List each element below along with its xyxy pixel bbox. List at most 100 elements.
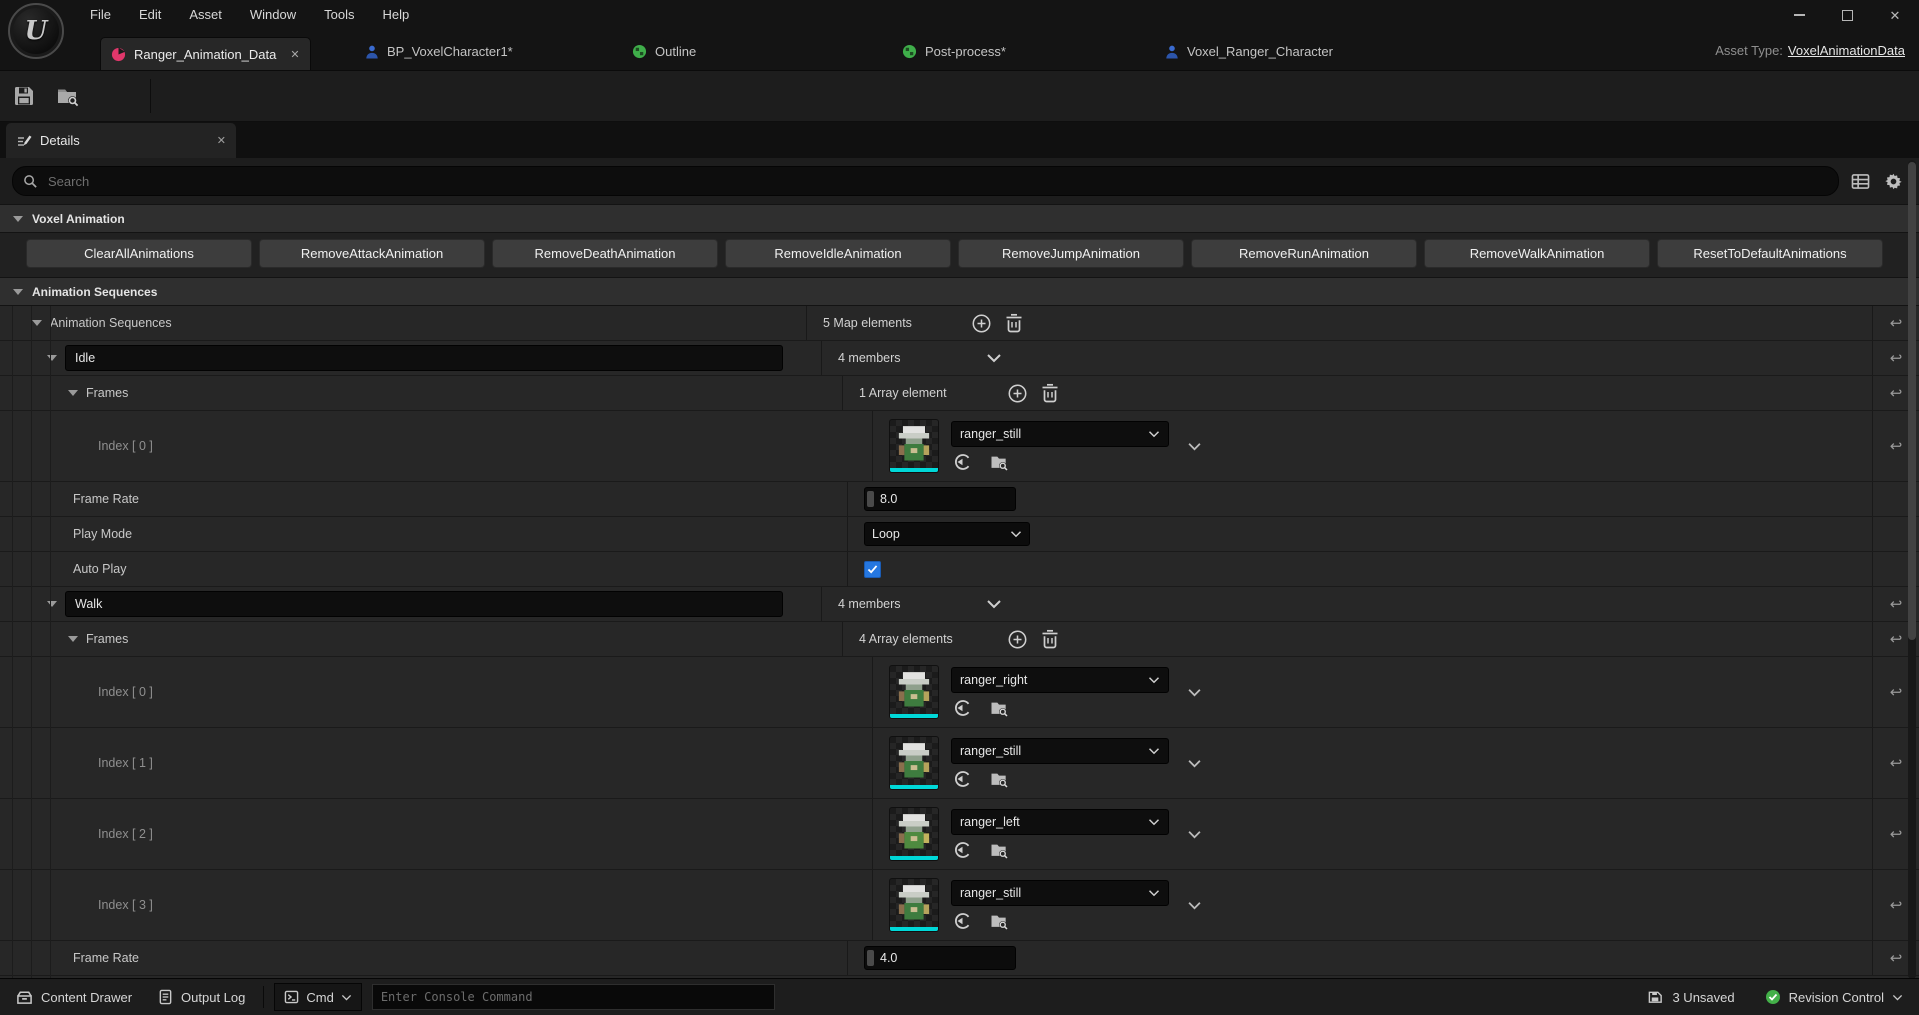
maximize-button[interactable] (1823, 0, 1871, 30)
cmd-dropdown[interactable]: Cmd (274, 983, 362, 1011)
use-selected-asset-icon[interactable] (953, 840, 973, 860)
browse-to-asset-icon[interactable] (988, 911, 1010, 931)
expander-triangle-icon[interactable] (47, 601, 57, 607)
minimize-button[interactable] (1775, 0, 1823, 30)
revision-control-button[interactable]: Revision Control (1757, 983, 1911, 1011)
tab-close-icon[interactable]: ✕ (290, 48, 299, 61)
expand-chevron-icon[interactable] (1187, 830, 1202, 839)
reset-to-default-icon[interactable]: ↩ (1890, 896, 1903, 914)
drag-handle[interactable] (867, 950, 874, 966)
asset-dropdown[interactable]: ranger_still (951, 420, 1169, 447)
play-mode-dropdown[interactable]: Loop (864, 522, 1030, 546)
remove-walk-animation-button[interactable]: RemoveWalkAnimation (1424, 239, 1650, 268)
asset-dropdown[interactable]: ranger_right (951, 666, 1169, 693)
content-drawer-button[interactable]: Content Drawer (8, 983, 140, 1011)
menu-window[interactable]: Window (236, 0, 310, 30)
reset-to-default-icon[interactable]: ↩ (1890, 314, 1903, 332)
walk-key-input[interactable] (65, 591, 783, 617)
reset-to-default-icon[interactable]: ↩ (1890, 825, 1903, 843)
expand-chevron-icon[interactable] (1187, 759, 1202, 768)
delete-elements-icon[interactable] (1041, 383, 1059, 403)
asset-thumbnail[interactable] (889, 665, 939, 719)
add-element-icon[interactable] (1007, 629, 1028, 650)
tab-voxel-ranger-character[interactable]: Voxel_Ranger_Character (1155, 37, 1343, 65)
save-button[interactable] (4, 76, 44, 116)
details-close-icon[interactable]: ✕ (217, 134, 226, 147)
browse-to-asset-icon[interactable] (988, 769, 1010, 789)
use-selected-asset-icon[interactable] (953, 911, 973, 931)
asset-thumbnail[interactable] (889, 419, 939, 473)
console-command-input[interactable] (371, 984, 775, 1010)
browse-to-asset-button[interactable] (48, 76, 88, 116)
menu-file[interactable]: File (76, 0, 125, 30)
use-selected-asset-icon[interactable] (953, 769, 973, 789)
clear-all-animations-button[interactable]: ClearAllAnimations (26, 239, 252, 268)
asset-type-link[interactable]: VoxelAnimationData (1788, 43, 1905, 58)
reset-to-default-animations-button[interactable]: ResetToDefaultAnimations (1657, 239, 1883, 268)
tab-details[interactable]: Details ✕ (6, 123, 236, 158)
category-animation-sequences[interactable]: Animation Sequences (0, 277, 1919, 306)
asset-dropdown[interactable]: ranger_still (951, 879, 1169, 906)
tab-ranger-animation-data[interactable]: Ranger_Animation_Data ✕ (100, 37, 311, 70)
frame-rate-input[interactable] (864, 487, 1016, 511)
details-scrollbar[interactable] (1908, 160, 1916, 979)
tab-bp-voxelcharacter1[interactable]: BP_VoxelCharacter1* (355, 37, 523, 65)
tab-outline[interactable]: Outline (622, 37, 706, 65)
reset-to-default-icon[interactable]: ↩ (1890, 630, 1903, 648)
drag-handle[interactable] (867, 491, 874, 507)
expand-chevron-icon[interactable] (1187, 442, 1202, 451)
reset-to-default-icon[interactable]: ↩ (1890, 384, 1903, 402)
auto-play-checkbox[interactable] (864, 560, 881, 578)
delete-elements-icon[interactable] (1005, 313, 1023, 333)
expander-triangle-icon[interactable] (68, 636, 78, 642)
asset-dropdown[interactable]: ranger_still (951, 737, 1169, 764)
expand-chevron-icon[interactable] (1187, 688, 1202, 697)
expand-chevron-icon[interactable] (1187, 901, 1202, 910)
search-input[interactable] (46, 172, 1828, 190)
reset-to-default-icon[interactable]: ↩ (1890, 595, 1903, 613)
use-selected-asset-icon[interactable] (953, 698, 973, 718)
asset-thumbnail[interactable] (889, 736, 939, 790)
reset-to-default-icon[interactable]: ↩ (1890, 349, 1903, 367)
settings-gear-icon[interactable] (1884, 172, 1903, 191)
expander-triangle-icon[interactable] (32, 320, 42, 326)
remove-run-animation-button[interactable]: RemoveRunAnimation (1191, 239, 1417, 268)
remove-idle-animation-button[interactable]: RemoveIdleAnimation (725, 239, 951, 268)
search-box[interactable] (12, 166, 1839, 196)
asset-dropdown[interactable]: ranger_left (951, 808, 1169, 835)
add-element-icon[interactable] (971, 313, 992, 334)
remove-attack-animation-button[interactable]: RemoveAttackAnimation (259, 239, 485, 268)
browse-to-asset-icon[interactable] (988, 452, 1010, 472)
reset-to-default-icon[interactable]: ↩ (1890, 437, 1903, 455)
chevron-down-icon[interactable] (986, 599, 1002, 609)
category-voxel-animation[interactable]: Voxel Animation (0, 204, 1919, 233)
collapse-triangle-icon[interactable] (13, 215, 23, 222)
unreal-logo[interactable]: U (8, 3, 64, 59)
chevron-down-icon[interactable] (986, 353, 1002, 363)
asset-thumbnail[interactable] (889, 807, 939, 861)
asset-thumbnail[interactable] (889, 878, 939, 932)
remove-death-animation-button[interactable]: RemoveDeathAnimation (492, 239, 718, 268)
menu-asset[interactable]: Asset (175, 0, 236, 30)
collapse-triangle-icon[interactable] (13, 288, 23, 295)
output-log-button[interactable]: Output Log (150, 983, 253, 1011)
frame-rate-input[interactable] (864, 946, 1016, 970)
reset-to-default-icon[interactable]: ↩ (1890, 754, 1903, 772)
expander-triangle-icon[interactable] (47, 355, 57, 361)
expander-triangle-icon[interactable] (68, 390, 78, 396)
display-filter-icon[interactable] (1851, 173, 1870, 190)
close-button[interactable]: ✕ (1871, 0, 1919, 30)
menu-help[interactable]: Help (368, 0, 423, 30)
reset-to-default-icon[interactable]: ↩ (1890, 683, 1903, 701)
unsaved-button[interactable]: 3 Unsaved (1639, 983, 1742, 1011)
browse-to-asset-icon[interactable] (988, 698, 1010, 718)
menu-tools[interactable]: Tools (310, 0, 368, 30)
scrollbar-thumb[interactable] (1908, 162, 1916, 640)
idle-key-input[interactable] (65, 345, 783, 371)
remove-jump-animation-button[interactable]: RemoveJumpAnimation (958, 239, 1184, 268)
tab-post-process[interactable]: Post-process* (892, 37, 1016, 65)
delete-elements-icon[interactable] (1041, 629, 1059, 649)
reset-to-default-icon[interactable]: ↩ (1890, 949, 1903, 967)
add-element-icon[interactable] (1007, 383, 1028, 404)
use-selected-asset-icon[interactable] (953, 452, 973, 472)
